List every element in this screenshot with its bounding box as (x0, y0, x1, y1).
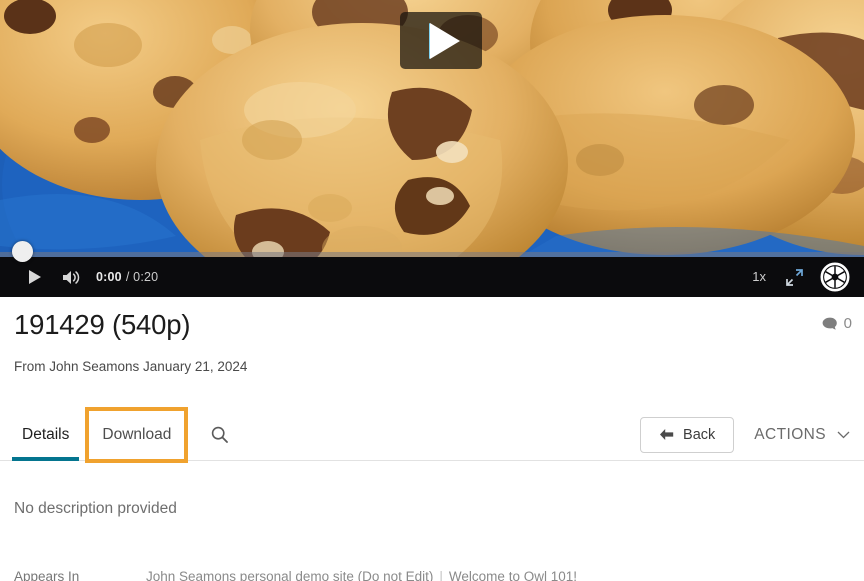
tab-bar: Details Download Back ACTIONS (0, 406, 864, 463)
arrow-left-icon (660, 429, 674, 440)
appears-in-links: John Seamons personal demo site (Do not … (146, 569, 577, 581)
fullscreen-button[interactable] (776, 257, 812, 297)
play-button[interactable] (16, 257, 54, 297)
tab-download[interactable]: Download (85, 406, 189, 463)
playback-speed-button[interactable]: 1x (742, 257, 776, 297)
play-overlay-button[interactable] (400, 12, 482, 69)
comment-count-value: 0 (843, 315, 852, 332)
video-player[interactable]: 0:00/ 0:20 1x (0, 0, 864, 297)
search-icon (211, 426, 228, 443)
actions-label: ACTIONS (754, 425, 826, 443)
tab-details-label: Details (22, 425, 70, 443)
play-icon (29, 270, 41, 284)
video-byline: From John Seamons January 21, 2024 (14, 359, 248, 374)
appears-in-link-1[interactable]: John Seamons personal demo site (Do not … (146, 569, 433, 581)
appears-in-link-2[interactable]: Welcome to Owl 101! (449, 569, 577, 581)
page-title: 191429 (540p) (14, 309, 191, 340)
duration: / 0:20 (125, 270, 159, 284)
play-triangle-icon (430, 22, 460, 59)
actions-dropdown[interactable]: ACTIONS (754, 418, 850, 452)
volume-button[interactable] (54, 257, 88, 297)
back-button[interactable]: Back (640, 416, 735, 453)
fullscreen-icon (785, 268, 803, 286)
tab-details[interactable]: Details (12, 409, 80, 461)
tab-download-label: Download (102, 425, 172, 443)
progress-scrubber[interactable] (0, 241, 864, 262)
search-button[interactable] (204, 409, 234, 461)
comment-bubble-icon (822, 317, 837, 330)
appears-in-label: Appears In (14, 569, 80, 581)
player-control-bar[interactable]: 0:00/ 0:20 1x (0, 241, 864, 297)
aperture-icon (820, 262, 850, 292)
settings-button[interactable] (812, 257, 858, 297)
link-separator: | (439, 569, 443, 581)
title-section: 191429 (540p) 0 From John Seamons Januar… (0, 297, 864, 374)
comment-count[interactable]: 0 (822, 315, 852, 332)
description-text: No description provided (14, 500, 177, 517)
appears-in-row: Appears In John Seamons personal demo si… (14, 569, 864, 581)
speaker-icon (62, 270, 79, 284)
current-time: 0:00 (96, 270, 122, 284)
time-display: 0:00/ 0:20 (96, 270, 158, 284)
scrubber-handle[interactable] (12, 241, 33, 262)
chevron-down-icon (837, 431, 850, 438)
back-button-label: Back (683, 426, 716, 443)
